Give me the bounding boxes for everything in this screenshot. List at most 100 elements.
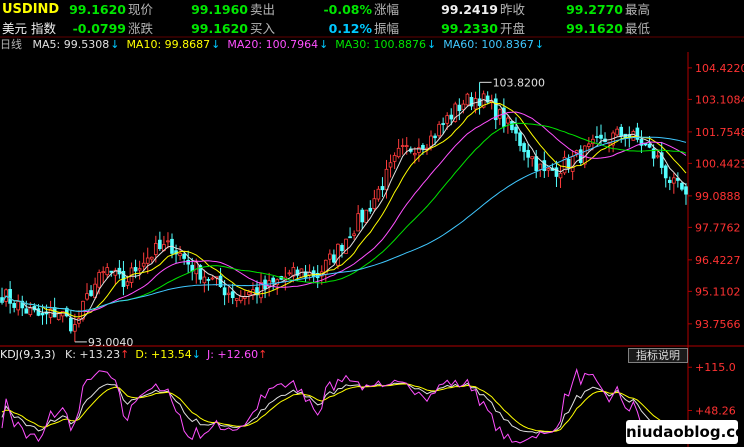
candle-body bbox=[433, 135, 437, 139]
kdj-line bbox=[1, 367, 687, 444]
candle-body bbox=[663, 165, 668, 179]
candle-body bbox=[109, 270, 114, 273]
candle-body bbox=[16, 301, 21, 311]
candle-body bbox=[89, 290, 93, 296]
candle-body bbox=[105, 267, 110, 276]
price-tick-label: 99.0888 bbox=[695, 190, 741, 203]
candle-body bbox=[360, 209, 365, 223]
candle-body bbox=[125, 281, 130, 286]
candle-body bbox=[465, 93, 470, 106]
candle-body bbox=[376, 188, 381, 200]
candle-body bbox=[85, 293, 89, 300]
candle-body bbox=[137, 268, 142, 271]
candle-body bbox=[631, 131, 636, 141]
candle-body bbox=[595, 136, 599, 138]
candle-body bbox=[510, 121, 514, 131]
candle-body bbox=[271, 277, 275, 283]
down-arrow-icon: ↓ bbox=[191, 348, 201, 361]
candle-body bbox=[372, 198, 377, 210]
candle-body bbox=[570, 156, 575, 172]
candle-body bbox=[449, 114, 454, 120]
price-tick-label: 96.4227 bbox=[695, 254, 741, 267]
candle-body bbox=[234, 298, 239, 301]
candle-body bbox=[578, 149, 583, 163]
candle-body bbox=[384, 168, 389, 191]
candle-body bbox=[522, 143, 526, 153]
candle-body bbox=[247, 291, 251, 295]
watermark: niudaoblog.com bbox=[626, 420, 744, 444]
candle-body bbox=[332, 254, 336, 263]
kdj-legend-item: D: +13.54 bbox=[135, 348, 192, 361]
candle-body bbox=[404, 145, 409, 148]
candle-body bbox=[97, 272, 101, 288]
candle-body bbox=[222, 287, 227, 296]
candle-body bbox=[352, 233, 356, 236]
annotation-label: 103.8200 bbox=[493, 76, 546, 89]
annotation-label: 93.0040 bbox=[88, 336, 134, 349]
price-tick-label: 97.7762 bbox=[695, 221, 741, 234]
candle-body bbox=[141, 262, 146, 267]
kdj-tick-label: +48.26 bbox=[695, 404, 736, 417]
ma-line bbox=[1, 101, 687, 318]
candle-body bbox=[210, 277, 215, 280]
candle-body bbox=[526, 149, 530, 158]
candle-body bbox=[364, 209, 369, 223]
candle-body bbox=[158, 239, 162, 250]
candle-body bbox=[684, 186, 688, 195]
candle-body bbox=[101, 271, 106, 274]
up-arrow-icon: ↑ bbox=[258, 348, 268, 361]
kdj-legend-item: J: +12.60 bbox=[206, 348, 259, 361]
candle-body bbox=[178, 252, 182, 257]
candle-body bbox=[587, 143, 591, 147]
candle-body bbox=[429, 135, 433, 147]
candle-body bbox=[186, 259, 191, 265]
price-tick-label: 104.4220 bbox=[695, 62, 744, 75]
price-tick-label: 100.4423 bbox=[695, 157, 744, 170]
candle-body bbox=[554, 167, 559, 177]
candle-body bbox=[506, 117, 510, 124]
candle-body bbox=[206, 279, 211, 281]
candle-body bbox=[680, 182, 684, 190]
kdj-tick-label: +115.0 bbox=[695, 361, 736, 374]
candle-body bbox=[328, 253, 332, 260]
candle-body bbox=[40, 312, 45, 316]
candle-body bbox=[69, 317, 73, 332]
candle-body bbox=[667, 179, 672, 183]
candle-body bbox=[566, 158, 571, 169]
candle-body bbox=[226, 292, 231, 295]
candle-body bbox=[166, 240, 170, 243]
candle-body bbox=[619, 126, 624, 137]
candle-body bbox=[388, 162, 393, 168]
candle-body bbox=[153, 243, 158, 255]
kdj-title: KDJ(9,3,3) bbox=[0, 348, 56, 361]
price-tick-label: 93.7566 bbox=[695, 318, 741, 331]
candle-body bbox=[615, 128, 619, 136]
candle-body bbox=[368, 207, 373, 212]
candle-body bbox=[73, 324, 77, 332]
candle-body bbox=[238, 296, 243, 302]
candle-body bbox=[534, 156, 539, 172]
candle-body bbox=[437, 123, 441, 137]
candle-body bbox=[145, 257, 150, 264]
candle-body bbox=[52, 307, 57, 318]
candle-body bbox=[461, 103, 466, 111]
candle-body bbox=[647, 143, 652, 148]
candle-body bbox=[356, 213, 360, 232]
candle-body bbox=[12, 303, 16, 308]
kdj-legend-item: K: +13.23 bbox=[65, 348, 121, 361]
candle-body bbox=[672, 177, 676, 184]
candle-body bbox=[28, 307, 33, 316]
candle-body bbox=[8, 288, 12, 304]
candle-body bbox=[518, 132, 522, 146]
candle-body bbox=[133, 267, 138, 272]
up-arrow-icon: ↑ bbox=[120, 348, 130, 361]
candle-body bbox=[336, 243, 340, 266]
candle-body bbox=[287, 272, 292, 275]
indicator-help-button[interactable]: 指标说明 bbox=[628, 348, 688, 363]
candle-body bbox=[530, 156, 535, 160]
candle-body bbox=[202, 276, 207, 284]
candle-body bbox=[392, 155, 397, 162]
candle-body bbox=[538, 163, 543, 170]
candle-body bbox=[457, 104, 462, 112]
candle-body bbox=[497, 109, 502, 119]
